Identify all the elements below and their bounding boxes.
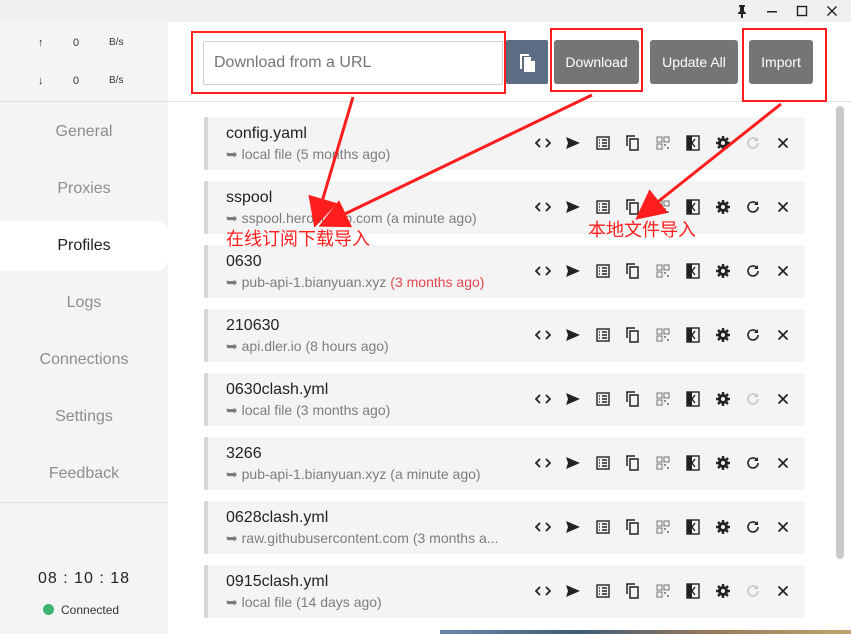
annotation-arrows (308, 93, 782, 228)
annotation-online-import: 在线订阅下载导入 (226, 229, 370, 249)
arrow-download (318, 93, 593, 228)
arrow-import (635, 102, 782, 220)
annotation-local-import: 本地文件导入 (588, 220, 696, 240)
background-photo (440, 630, 851, 634)
arrow-url (308, 96, 355, 228)
